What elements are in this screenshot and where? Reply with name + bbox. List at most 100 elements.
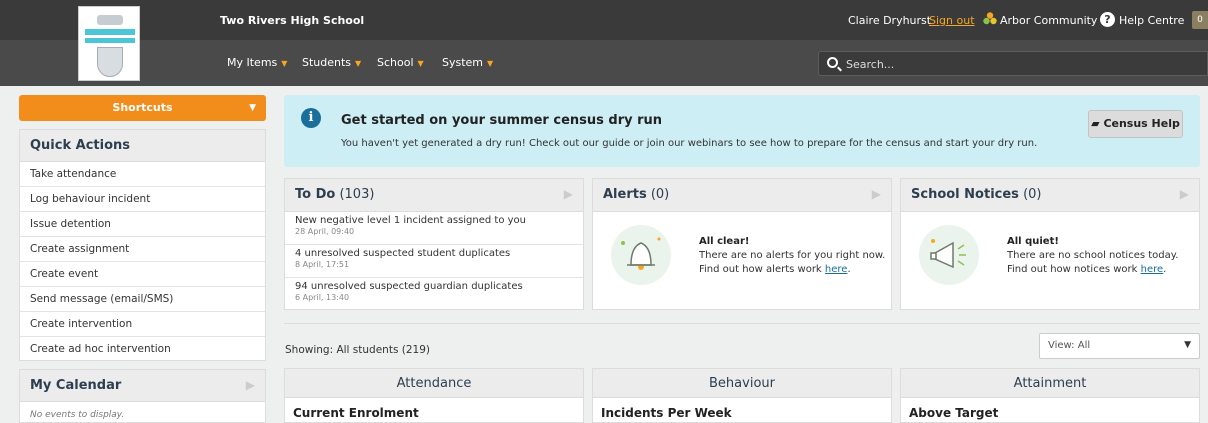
caret-down-icon: ▼	[1184, 340, 1191, 350]
todo-item-text: 4 unresolved suspected student duplicate…	[295, 248, 511, 259]
logo-stripe	[85, 29, 135, 35]
notification-badge[interactable]: 0	[1192, 11, 1208, 29]
alerts-heading: All clear!	[699, 236, 750, 247]
alerts-line2: Find out how alerts work	[699, 264, 825, 275]
sign-out-link[interactable]: Sign out	[929, 14, 975, 27]
quick-action-create-intervention[interactable]: Create intervention	[20, 312, 265, 337]
section-subtitle: Incidents Per Week	[601, 406, 732, 420]
section-title: Attendance	[285, 369, 583, 398]
alerts-message: All clear! There are no alerts for you r…	[699, 235, 885, 277]
calendar-empty-text: No events to display.	[19, 402, 266, 423]
alerts-header[interactable]: Alerts (0) ▶	[593, 179, 891, 212]
user-name: Claire Dryhurst	[848, 14, 932, 27]
showing-count: Showing: All students (219)	[285, 344, 430, 356]
todo-item[interactable]: 94 unresolved suspected guardian duplica…	[285, 278, 583, 311]
section-title: Attainment	[901, 369, 1199, 398]
nav-label: School	[377, 56, 414, 69]
quick-action-send-message[interactable]: Send message (email/SMS)	[20, 287, 265, 312]
search-input[interactable]: Search...	[818, 51, 1208, 76]
todo-count: (103)	[339, 187, 375, 202]
todo-widget: To Do (103) ▶ New negative level 1 incid…	[284, 178, 584, 310]
todo-item-date: 6 April, 13:40	[295, 293, 350, 302]
view-select[interactable]: View: All ▼	[1039, 333, 1200, 359]
nav-school[interactable]: School ▼	[377, 56, 424, 69]
megaphone-icon	[919, 225, 979, 285]
arbor-community-icon[interactable]	[983, 12, 997, 26]
census-title: Get started on your summer census dry ru…	[341, 113, 663, 128]
alerts-count: (0)	[650, 187, 670, 202]
section-title: Behaviour	[593, 369, 891, 398]
help-icon[interactable]: ?	[1100, 12, 1115, 27]
chevron-right-icon: ▶	[1179, 187, 1189, 201]
census-help-label: Census Help	[1103, 117, 1180, 130]
quick-action-take-attendance[interactable]: Take attendance	[20, 162, 265, 187]
census-banner: i Get started on your summer census dry …	[284, 95, 1200, 167]
info-icon: i	[301, 108, 321, 128]
todo-item-text: New negative level 1 incident assigned t…	[295, 215, 527, 226]
logo-crest	[97, 47, 123, 77]
todo-item[interactable]: New negative level 1 incident assigned t…	[285, 212, 583, 245]
caret-down-icon: ▼	[249, 103, 256, 113]
nav-label: Students	[302, 56, 352, 69]
shortcuts-label: Shortcuts	[112, 101, 173, 114]
notices-widget: School Notices (0) ▶ All quiet! There ar…	[900, 178, 1200, 310]
behaviour-section: Behaviour Incidents Per Week	[592, 368, 892, 423]
notices-line2: Find out how notices work	[1007, 264, 1141, 275]
arbor-community-link[interactable]: Arbor Community	[1000, 14, 1097, 27]
chevron-right-icon: ▶	[245, 378, 255, 392]
search-placeholder: Search...	[846, 58, 895, 71]
todo-item-date: 8 April, 17:51	[295, 260, 350, 269]
census-help-button[interactable]: ▰ Census Help	[1088, 110, 1183, 138]
help-centre-link[interactable]: Help Centre	[1119, 14, 1184, 27]
alerts-help-link[interactable]: here	[825, 264, 848, 275]
todo-title: To Do	[295, 187, 336, 202]
notices-help-link[interactable]: here	[1141, 264, 1164, 275]
section-divider	[284, 323, 1200, 324]
quick-actions-title: Quick Actions	[20, 130, 265, 162]
census-text: You haven't yet generated a dry run! Che…	[341, 138, 1038, 149]
todo-item-text: 94 unresolved suspected guardian duplica…	[295, 281, 523, 292]
caret-down-icon: ▼	[487, 59, 494, 68]
logo-top	[97, 15, 123, 25]
chevron-right-icon: ▶	[563, 187, 573, 201]
todo-item-date: 28 April, 09:40	[295, 227, 355, 236]
notices-count: (0)	[1023, 187, 1042, 202]
alerts-title: Alerts	[603, 187, 647, 202]
caret-down-icon: ▼	[417, 59, 424, 68]
quick-action-issue-detention[interactable]: Issue detention	[20, 212, 265, 237]
nav-my-items[interactable]: My Items ▼	[227, 56, 287, 69]
attendance-section: Attendance Current Enrolment	[284, 368, 584, 423]
alerts-suffix: .	[847, 264, 851, 275]
bell-icon	[611, 225, 671, 285]
quick-actions-panel: Quick Actions Take attendance Log behavi…	[19, 129, 266, 361]
notices-message: All quiet! There are no school notices t…	[1007, 235, 1178, 277]
view-select-value: View: All	[1048, 340, 1091, 351]
my-calendar-title: My Calendar	[30, 378, 122, 393]
todo-item[interactable]: 4 unresolved suspected student duplicate…	[285, 245, 583, 278]
quick-action-log-behaviour[interactable]: Log behaviour incident	[20, 187, 265, 212]
chevron-right-icon: ▶	[871, 187, 881, 201]
logo-stripe	[85, 38, 135, 43]
nav-students[interactable]: Students ▼	[302, 56, 361, 69]
section-subtitle: Above Target	[909, 406, 999, 420]
notices-line1: There are no school notices today.	[1007, 250, 1179, 261]
notices-heading: All quiet!	[1007, 236, 1059, 247]
notices-suffix: .	[1163, 264, 1167, 275]
quick-action-create-adhoc-intervention[interactable]: Create ad hoc intervention	[20, 337, 265, 362]
section-subtitle: Current Enrolment	[293, 406, 419, 420]
book-icon: ▰	[1091, 117, 1100, 130]
notices-header[interactable]: School Notices (0) ▶	[901, 179, 1199, 212]
alerts-widget: Alerts (0) ▶ All clear! There are no ale…	[592, 178, 892, 310]
school-logo[interactable]	[78, 6, 140, 81]
my-calendar-header[interactable]: My Calendar ▶	[19, 369, 266, 402]
nav-system[interactable]: System ▼	[442, 56, 493, 69]
quick-action-create-event[interactable]: Create event	[20, 262, 265, 287]
todo-header[interactable]: To Do (103) ▶	[285, 179, 583, 212]
shortcuts-button[interactable]: Shortcuts ▼	[19, 95, 266, 121]
nav-label: System	[442, 56, 484, 69]
nav-label: My Items	[227, 56, 278, 69]
school-name[interactable]: Two Rivers High School	[220, 14, 364, 27]
caret-down-icon: ▼	[281, 59, 288, 68]
search-icon	[827, 57, 838, 68]
quick-action-create-assignment[interactable]: Create assignment	[20, 237, 265, 262]
